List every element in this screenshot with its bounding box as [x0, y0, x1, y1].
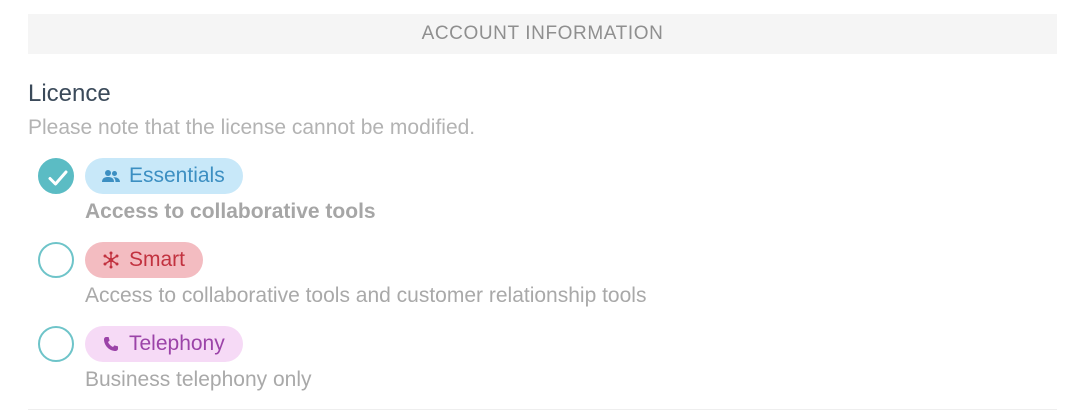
pill-label-essentials: Essentials: [129, 164, 225, 187]
divider: [28, 409, 1057, 410]
pill-smart[interactable]: Smart: [85, 242, 204, 278]
licence-note: Please note that the license cannot be m…: [28, 116, 476, 139]
description-essentials: Access to collaborative tools: [85, 200, 376, 223]
checkmark-icon: [48, 170, 68, 186]
section-header: ACCOUNT INFORMATION: [28, 14, 1057, 54]
network-icon: [101, 250, 121, 270]
radio-telephony[interactable]: [38, 326, 74, 362]
account-information-panel: ACCOUNT INFORMATION Licence Please note …: [0, 0, 1078, 412]
radio-essentials[interactable]: [38, 158, 74, 194]
phone-icon: [101, 334, 121, 354]
licence-option-essentials: Essentials Access to collaborative tools: [38, 158, 1038, 228]
pill-label-telephony: Telephony: [129, 332, 225, 355]
licence-title: Licence: [28, 80, 111, 107]
pill-essentials[interactable]: Essentials: [85, 158, 243, 194]
licence-option-telephony: Telephony Business telephony only: [38, 326, 1038, 396]
users-icon: [101, 166, 121, 186]
pill-label-smart: Smart: [129, 248, 186, 271]
radio-smart[interactable]: [38, 242, 74, 278]
licence-option-smart: Smart Access to collaborative tools and …: [38, 242, 1038, 312]
pill-telephony[interactable]: Telephony: [85, 326, 243, 362]
description-telephony: Business telephony only: [85, 368, 312, 391]
description-smart: Access to collaborative tools and custom…: [85, 284, 647, 307]
